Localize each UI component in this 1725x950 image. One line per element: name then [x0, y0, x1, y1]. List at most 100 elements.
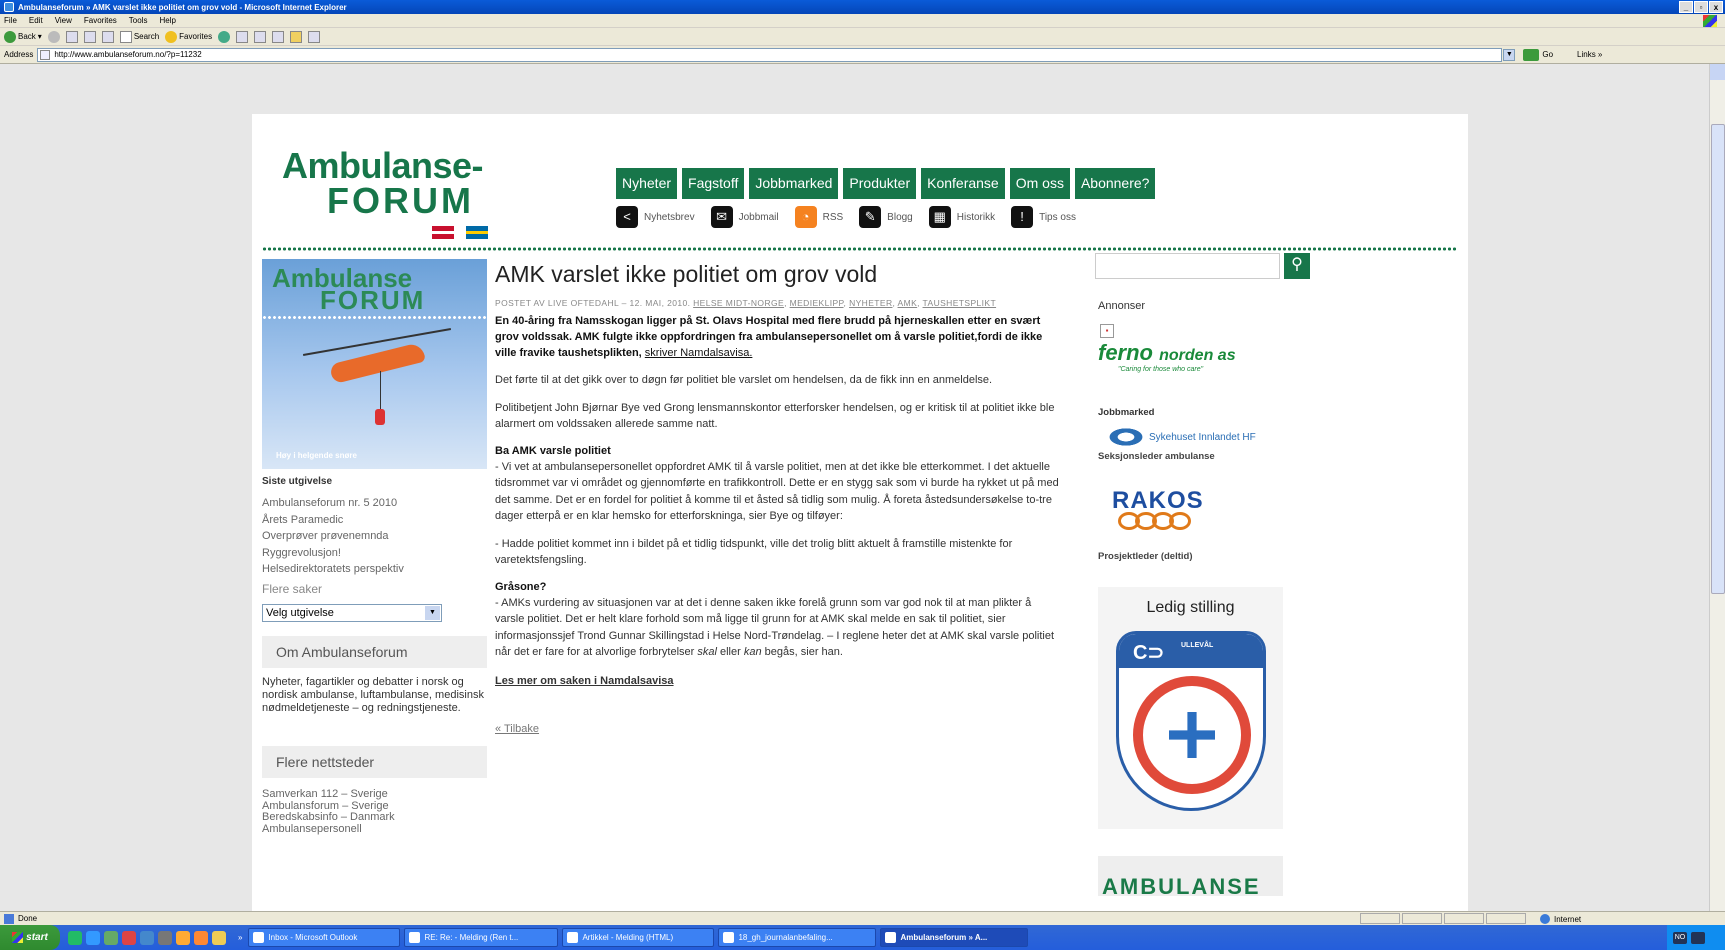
- search-icon[interactable]: ⚲: [1284, 253, 1310, 279]
- danish-flag-icon[interactable]: [432, 226, 454, 239]
- site-link[interactable]: Beredskabsinfo – Danmark: [262, 811, 487, 824]
- pen-icon[interactable]: ✎: [859, 206, 882, 228]
- links-button[interactable]: Links »: [1577, 50, 1602, 59]
- menu-tools[interactable]: Tools: [129, 16, 148, 25]
- start-button[interactable]: start: [0, 925, 60, 950]
- latest-issue-item[interactable]: Årets Paramedic: [262, 512, 487, 529]
- subnav-nyhetsbrev[interactable]: Nyhetsbrev: [644, 212, 695, 223]
- tray-icon[interactable]: [1691, 931, 1705, 944]
- site-link[interactable]: Ambulansepersonell: [262, 823, 487, 836]
- subnav-historikk[interactable]: Historikk: [957, 212, 995, 223]
- quicklaunch-icon[interactable]: [122, 930, 136, 945]
- tag-link[interactable]: TAUSHETSPLIKT: [923, 298, 997, 308]
- messenger-icon[interactable]: [308, 30, 321, 43]
- latest-issue-item[interactable]: Helsedirektoratets perspektiv: [262, 561, 487, 578]
- rakos-logo[interactable]: RAKOS: [1112, 487, 1232, 530]
- main-nav: Nyheter Fagstoff Jobbmarked Produkter Ko…: [616, 168, 1156, 199]
- history-icon[interactable]: [218, 30, 231, 43]
- site-link[interactable]: Samverkan 112 – Sverige: [262, 788, 487, 801]
- subnav-tips-oss[interactable]: Tips oss: [1039, 212, 1076, 223]
- address-input[interactable]: http://www.ambulanseforum.no/?p=11232: [37, 47, 1503, 62]
- job-link[interactable]: Prosjektleder (deltid): [1098, 551, 1193, 562]
- home-icon[interactable]: [101, 30, 114, 43]
- menu-help[interactable]: Help: [159, 16, 175, 25]
- menu-edit[interactable]: Edit: [29, 16, 43, 25]
- taskbar-item[interactable]: Artikkel - Melding (HTML): [562, 928, 715, 947]
- address-dropdown-icon[interactable]: ▼: [1503, 48, 1516, 61]
- ferno-ad[interactable]: ferno norden as "Caring for those who ca…: [1098, 340, 1318, 373]
- site-logo[interactable]: Ambulanse- FORUM: [282, 148, 552, 219]
- vacancy-ad[interactable]: Ledig stilling C⊃ ULLEVÅL: [1098, 587, 1283, 829]
- edit-icon[interactable]: [272, 30, 285, 43]
- mail-icon[interactable]: [236, 30, 249, 43]
- go-button[interactable]: Go: [1523, 48, 1553, 61]
- quicklaunch-icon[interactable]: [104, 930, 118, 945]
- quicklaunch-icon[interactable]: [86, 930, 100, 945]
- subnav-jobbmail[interactable]: Jobbmail: [739, 212, 779, 223]
- menu-file[interactable]: File: [4, 16, 17, 25]
- quicklaunch-icon[interactable]: [212, 930, 226, 945]
- favorites-button[interactable]: Favorites: [165, 30, 212, 43]
- back-button[interactable]: Back ▾: [4, 30, 42, 43]
- forward-arrow-icon[interactable]: [47, 30, 60, 43]
- quicklaunch-icon[interactable]: [176, 930, 190, 945]
- nav-nyheter[interactable]: Nyheter: [616, 168, 678, 199]
- taskbar-item[interactable]: RE: Re: - Melding (Ren t...: [404, 928, 559, 947]
- tag-link[interactable]: AMK: [898, 298, 918, 308]
- latest-issue-item[interactable]: Ambulanseforum nr. 5 2010: [262, 495, 487, 512]
- magazine-cover[interactable]: Ambulanse FORUM Høy i helgende snøre: [262, 259, 487, 469]
- search-input[interactable]: [1095, 253, 1280, 279]
- lead-source-link[interactable]: skriver Namdalsavisa.: [645, 347, 753, 359]
- subnav-blogg[interactable]: Blogg: [887, 212, 913, 223]
- nav-produkter[interactable]: Produkter: [843, 168, 917, 199]
- chevron-icon[interactable]: »: [238, 933, 242, 942]
- nav-konferanse[interactable]: Konferanse: [921, 168, 1005, 199]
- nav-abonnere[interactable]: Abonnere?: [1074, 168, 1156, 199]
- latest-issue-item[interactable]: Overprøver prøvenemnda: [262, 528, 487, 545]
- nav-jobbmarked[interactable]: Jobbmarked: [749, 168, 839, 199]
- task-label: RE: Re: - Melding (Ren t...: [424, 933, 519, 942]
- refresh-icon[interactable]: [83, 30, 96, 43]
- latest-issue-item[interactable]: Ryggrevolusjon!: [262, 545, 487, 562]
- taskbar-item[interactable]: 18_gh_journalanbefaling...: [718, 928, 877, 947]
- quicklaunch-icon[interactable]: [140, 930, 154, 945]
- subnav-rss[interactable]: RSS: [823, 212, 844, 223]
- taskbar-item-active[interactable]: Ambulanseforum » A...: [880, 928, 1029, 947]
- share-icon[interactable]: <: [616, 206, 638, 228]
- alert-icon[interactable]: !: [1011, 206, 1034, 228]
- search-button[interactable]: Search: [119, 30, 159, 43]
- tag-link[interactable]: NYHETER: [849, 298, 892, 308]
- nav-om-oss[interactable]: Om oss: [1009, 168, 1070, 199]
- vertical-scrollbar[interactable]: [1709, 64, 1725, 911]
- tag-link[interactable]: MEDIEKLIPP: [790, 298, 844, 308]
- minimize-button[interactable]: _: [1679, 1, 1693, 13]
- tray-language-icon[interactable]: NO: [1673, 931, 1687, 944]
- read-more-link[interactable]: Les mer om saken i Namdalsavisa: [495, 675, 1060, 687]
- menu-view[interactable]: View: [55, 16, 72, 25]
- print-icon[interactable]: [254, 30, 267, 43]
- job-link[interactable]: Seksjonsleder ambulanse: [1098, 451, 1215, 462]
- quicklaunch-icon[interactable]: [194, 930, 208, 945]
- archive-icon[interactable]: ▦: [928, 206, 951, 228]
- issue-select[interactable]: Velg utgivelse ▼: [262, 604, 442, 622]
- scroll-thumb[interactable]: [1711, 124, 1725, 594]
- quicklaunch-icon[interactable]: [68, 930, 82, 945]
- stop-icon[interactable]: [65, 30, 78, 43]
- folder-icon[interactable]: [290, 30, 303, 43]
- scroll-up-icon[interactable]: [1710, 64, 1725, 80]
- sykehus-logo[interactable]: Sykehuset Innlandet HF: [1107, 427, 1256, 447]
- swedish-flag-icon[interactable]: [466, 226, 488, 239]
- mail-icon[interactable]: ✉: [710, 206, 733, 228]
- ambulance-banner[interactable]: AMBULANSE: [1098, 856, 1283, 896]
- quicklaunch-icon[interactable]: [158, 930, 172, 945]
- maximize-button[interactable]: ▫: [1694, 1, 1708, 13]
- back-link[interactable]: « Tilbake: [495, 723, 1060, 735]
- tag-link[interactable]: HELSE MIDT-NORGE: [693, 298, 784, 308]
- close-button[interactable]: x: [1709, 1, 1723, 13]
- rss-icon[interactable]: ◔: [794, 206, 817, 228]
- latest-issue-list: Ambulanseforum nr. 5 2010 Årets Paramedi…: [262, 495, 487, 578]
- badge-header: C⊃ ULLEVÅL: [1119, 634, 1263, 668]
- taskbar-item[interactable]: Inbox - Microsoft Outlook: [248, 928, 401, 947]
- nav-fagstoff[interactable]: Fagstoff: [682, 168, 745, 199]
- menu-favorites[interactable]: Favorites: [84, 16, 117, 25]
